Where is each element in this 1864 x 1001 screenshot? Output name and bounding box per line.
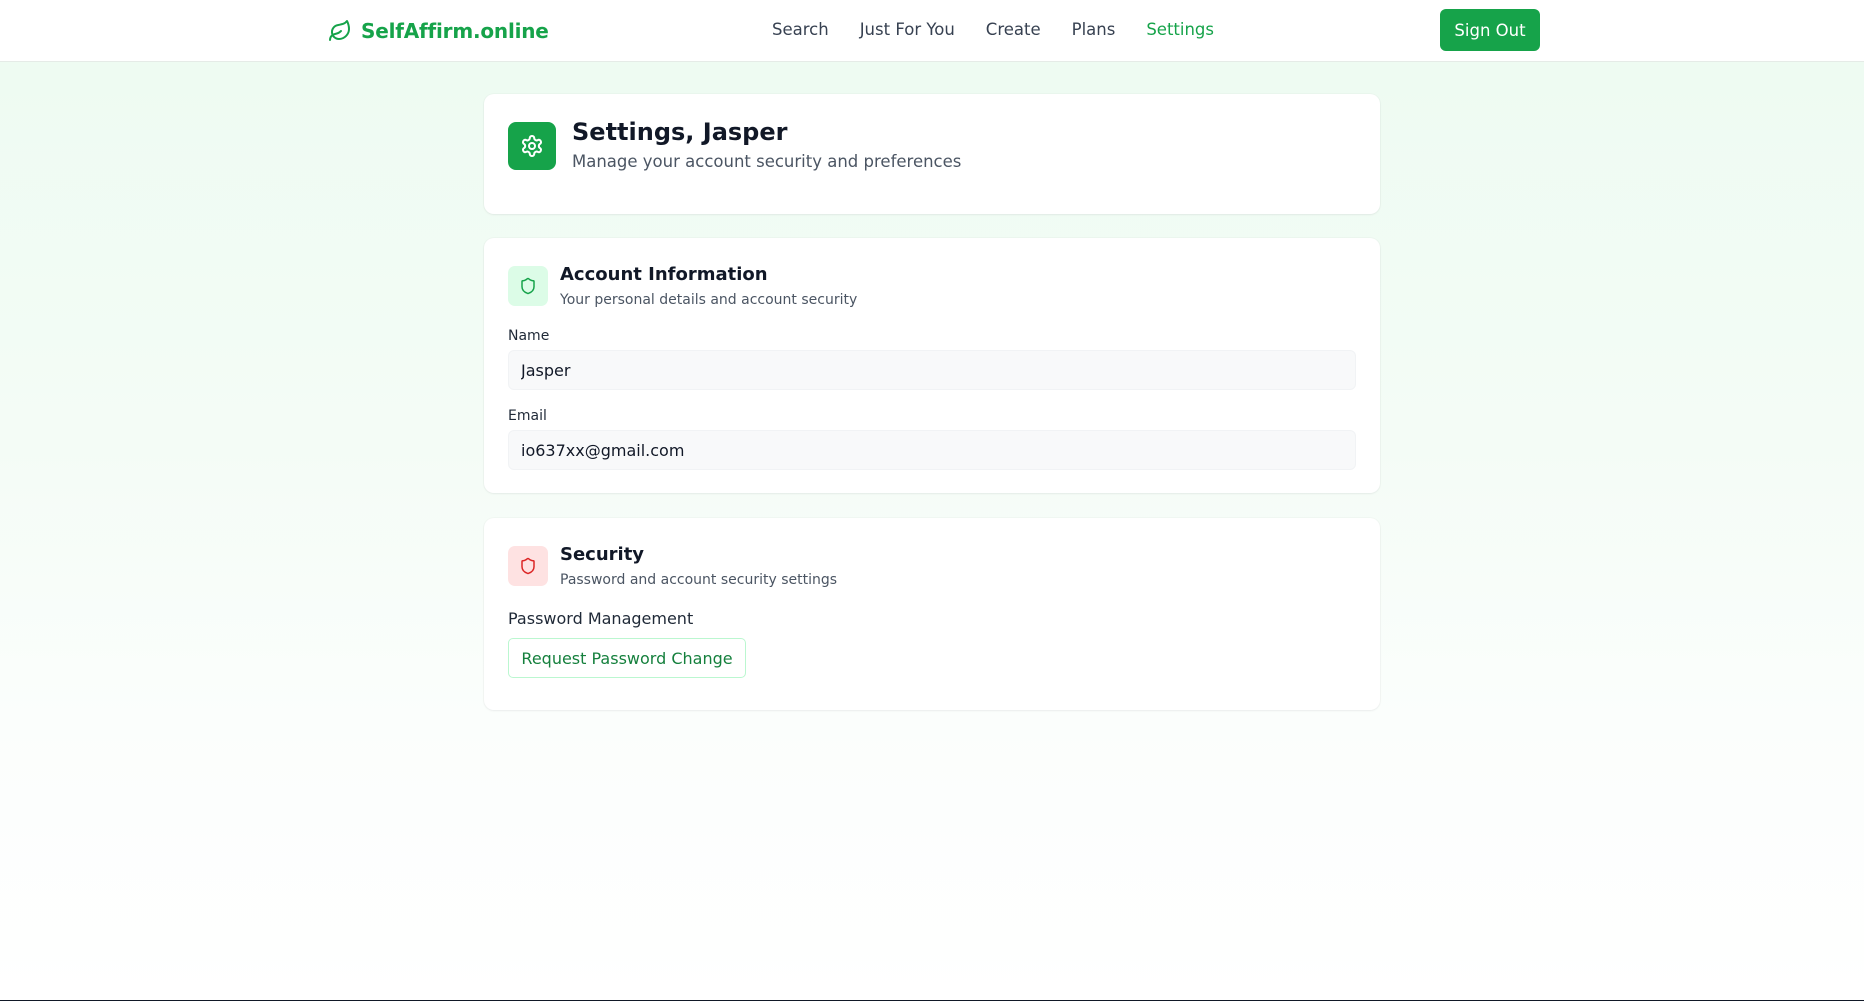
account-section-subtitle: Your personal details and account securi… xyxy=(560,292,858,308)
leaf-icon xyxy=(328,19,352,43)
nav-link-create[interactable]: Create xyxy=(986,19,1041,41)
brand-logo-link[interactable]: SelfAffirm.online xyxy=(328,17,549,45)
name-label: Name xyxy=(508,328,550,344)
security-section-title: Security xyxy=(560,544,645,565)
password-management-label: Password Management xyxy=(508,609,694,628)
gear-icon xyxy=(508,122,556,170)
account-section-title: Account Information xyxy=(560,264,768,285)
shield-icon xyxy=(508,546,548,586)
security-section-subtitle: Password and account security settings xyxy=(560,572,838,588)
brand-name: SelfAffirm.online xyxy=(361,19,549,43)
nav-link-plans[interactable]: Plans xyxy=(1072,19,1116,41)
top-navbar: SelfAffirm.online Search Just For You Cr… xyxy=(0,0,1864,62)
page-title: Settings, Jasper xyxy=(572,118,788,146)
name-field[interactable] xyxy=(508,350,1356,390)
settings-header-card: Settings, Jasper Manage your account sec… xyxy=(484,94,1380,214)
sign-out-button[interactable]: Sign Out xyxy=(1440,9,1540,51)
security-card: Security Password and account security s… xyxy=(484,518,1380,710)
nav-link-just-for-you[interactable]: Just For You xyxy=(860,19,955,41)
nav-link-settings[interactable]: Settings xyxy=(1146,19,1214,41)
nav-links: Search Just For You Create Plans Setting… xyxy=(772,19,1214,41)
shield-icon xyxy=(508,266,548,306)
email-label: Email xyxy=(508,408,547,424)
request-password-change-button[interactable]: Request Password Change xyxy=(508,638,746,678)
email-field[interactable] xyxy=(508,430,1356,470)
page-subtitle: Manage your account security and prefere… xyxy=(572,152,962,171)
nav-link-search[interactable]: Search xyxy=(772,19,829,41)
account-information-card: Account Information Your personal detail… xyxy=(484,238,1380,493)
